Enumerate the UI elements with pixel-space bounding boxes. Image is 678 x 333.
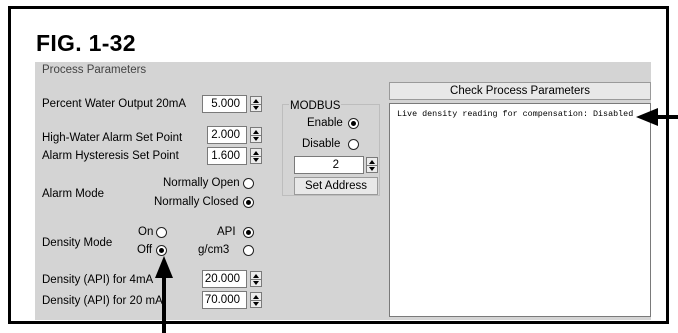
figure-label: FIG. 1-32 bbox=[36, 30, 136, 56]
density-on-label: On bbox=[138, 226, 154, 238]
alarm-normally-closed-label: Normally Closed bbox=[154, 196, 239, 208]
alarm-normally-closed-radio[interactable] bbox=[243, 197, 254, 208]
percent-water-input[interactable]: 5.000 bbox=[202, 95, 247, 113]
hysteresis-input[interactable]: 1.600 bbox=[207, 147, 247, 165]
alarm-mode-label: Alarm Mode bbox=[42, 188, 104, 200]
modbus-enable-label: Enable bbox=[307, 117, 343, 129]
density-20ma-stepper[interactable] bbox=[250, 292, 262, 308]
density-mode-label: Density Mode bbox=[42, 237, 113, 249]
alarm-normally-open-radio[interactable] bbox=[243, 178, 254, 189]
modbus-disable-label: Disable bbox=[302, 138, 341, 150]
hysteresis-stepper[interactable] bbox=[250, 148, 262, 164]
density-20ma-input[interactable]: 70.000 bbox=[202, 291, 247, 309]
modbus-address-value: 2 bbox=[332, 159, 339, 171]
modbus-title: MODBUS bbox=[289, 100, 342, 113]
density-4ma-stepper[interactable] bbox=[250, 271, 262, 287]
high-water-input[interactable]: 2.000 bbox=[207, 126, 247, 144]
check-process-parameters-button[interactable]: Check Process Parameters bbox=[389, 82, 651, 100]
modbus-disable-radio[interactable] bbox=[348, 139, 359, 150]
density-4ma-input[interactable]: 20.000 bbox=[202, 270, 247, 288]
modbus-address-input[interactable]: 2 bbox=[294, 156, 364, 174]
hysteresis-label: Alarm Hysteresis Set Point bbox=[42, 150, 179, 162]
set-address-button[interactable]: Set Address bbox=[294, 177, 378, 195]
density-20ma-label: Density (API) for 20 mA bbox=[42, 295, 163, 307]
group-title: Process Parameters bbox=[42, 64, 147, 76]
alarm-normally-open-label: Normally Open bbox=[163, 177, 240, 189]
density-off-label: Off bbox=[137, 244, 153, 256]
modbus-enable-radio[interactable] bbox=[348, 118, 359, 129]
log-output[interactable]: Live density reading for compensation: D… bbox=[389, 103, 651, 317]
density-api-label: API bbox=[217, 226, 236, 238]
percent-water-label: Percent Water Output 20mA bbox=[42, 98, 187, 110]
high-water-stepper[interactable] bbox=[250, 127, 262, 143]
density-4ma-value: 20.000 bbox=[204, 273, 240, 285]
log-line: Live density reading for compensation: D… bbox=[397, 109, 634, 119]
density-20ma-value: 70.000 bbox=[204, 294, 240, 306]
hysteresis-value: 1.600 bbox=[211, 150, 240, 162]
percent-water-stepper[interactable] bbox=[250, 96, 262, 112]
density-off-radio[interactable] bbox=[156, 245, 167, 256]
percent-water-value: 5.000 bbox=[211, 98, 240, 110]
density-gcm3-label: g/cm3 bbox=[198, 244, 230, 256]
density-4ma-label: Density (API) for 4mA bbox=[42, 274, 154, 286]
high-water-label: High-Water Alarm Set Point bbox=[42, 132, 183, 144]
density-api-radio[interactable] bbox=[243, 227, 254, 238]
high-water-value: 2.000 bbox=[211, 129, 240, 141]
modbus-address-stepper[interactable] bbox=[366, 157, 378, 173]
density-gcm3-radio[interactable] bbox=[243, 245, 254, 256]
density-on-radio[interactable] bbox=[156, 227, 167, 238]
